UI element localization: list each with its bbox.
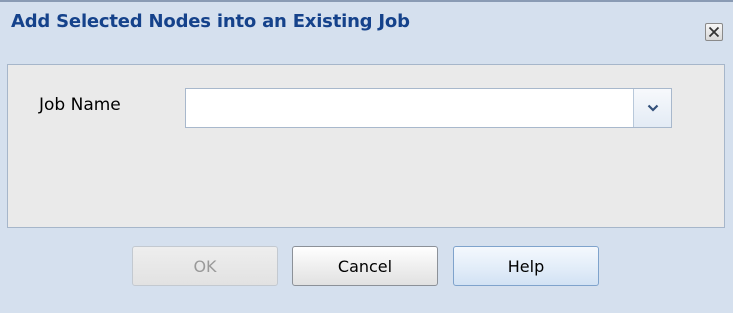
job-name-input[interactable]	[186, 89, 624, 127]
dialog-title: Add Selected Nodes into an Existing Job	[11, 11, 410, 32]
ok-button[interactable]: OK	[132, 246, 278, 286]
cancel-button[interactable]: Cancel	[292, 246, 438, 286]
dialog-titlebar: Add Selected Nodes into an Existing Job	[0, 2, 733, 44]
job-name-label: Job Name	[39, 95, 121, 115]
close-x-icon	[708, 26, 720, 38]
chevron-down-icon	[647, 104, 658, 112]
job-name-combobox[interactable]	[185, 88, 672, 128]
help-button[interactable]: Help	[453, 246, 599, 286]
add-nodes-dialog: Add Selected Nodes into an Existing Job …	[0, 0, 733, 313]
close-button[interactable]	[705, 23, 723, 41]
dialog-body: Job Name	[7, 64, 725, 228]
job-name-dropdown-button[interactable]	[633, 89, 671, 127]
